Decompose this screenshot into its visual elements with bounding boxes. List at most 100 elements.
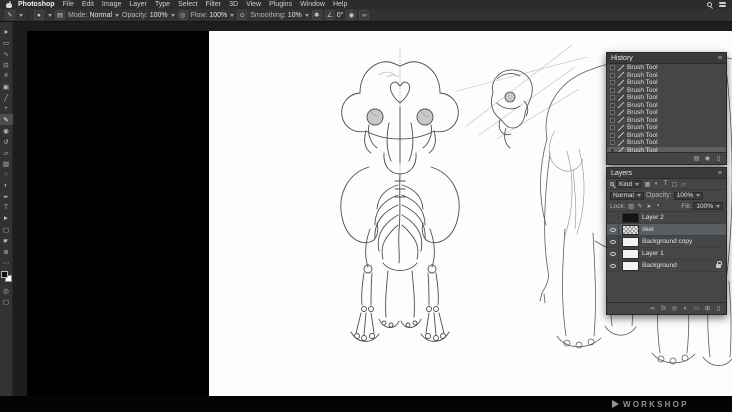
layer-thumbnail[interactable]	[622, 224, 639, 235]
brush-tool[interactable]: ✎	[0, 114, 13, 125]
lock-transparent-pixels-icon[interactable]: ▨	[628, 202, 635, 210]
history-state[interactable]: Brush Tool	[607, 139, 726, 147]
tool-preset-icon[interactable]: ✎	[5, 10, 15, 20]
tablet-pressure-opacity-icon[interactable]: ◎	[177, 10, 188, 20]
new-document-from-state-icon[interactable]: ▤	[693, 155, 700, 163]
opacity-control[interactable]: Opacity: 100%	[122, 12, 175, 19]
menu-edit[interactable]: Edit	[78, 0, 98, 9]
history-state[interactable]: Brush Tool	[607, 72, 726, 80]
object-selection-tool[interactable]: ⊡	[0, 59, 13, 70]
layer-name[interactable]: Layer 1	[642, 250, 664, 257]
history-state[interactable]: Brush Tool	[607, 109, 726, 117]
lock-position-icon[interactable]: ➤	[646, 202, 653, 210]
lock-all-icon[interactable]: ▪	[655, 202, 662, 210]
visibility-toggle[interactable]	[607, 236, 619, 247]
history-source-checkbox[interactable]	[610, 65, 615, 71]
smoothing-options-icon[interactable]: ✱	[311, 10, 322, 20]
control-center-icon[interactable]	[719, 2, 726, 8]
history-source-checkbox[interactable]	[610, 95, 615, 101]
visibility-toggle[interactable]	[607, 248, 619, 259]
eraser-tool[interactable]: ▱	[0, 147, 13, 158]
clone-stamp-tool[interactable]: ◉	[0, 125, 13, 136]
filter-adjustment-layers-icon[interactable]: ◐	[653, 180, 660, 188]
menu-select[interactable]: Select	[174, 0, 201, 9]
paint-symmetry-icon[interactable]: ∞	[359, 10, 370, 20]
layer-blend-mode-dropdown[interactable]: Normal	[610, 191, 644, 200]
new-snapshot-icon[interactable]: ◉	[704, 155, 711, 163]
menu-window[interactable]: Window	[296, 0, 329, 9]
add-layer-mask-icon[interactable]: ◎	[671, 305, 678, 313]
history-source-checkbox[interactable]	[610, 125, 615, 131]
layer-effects-icon[interactable]: fx	[660, 305, 667, 313]
visibility-toggle[interactable]	[607, 224, 619, 235]
history-panel-header[interactable]: History ≡	[607, 53, 726, 64]
history-state[interactable]: Brush Tool	[607, 79, 726, 87]
eyedropper-tool[interactable]: ╱	[0, 92, 13, 103]
filter-type-layers-icon[interactable]: T	[662, 180, 669, 188]
color-swatches[interactable]	[0, 271, 12, 282]
layer-name[interactable]: skel	[642, 226, 654, 233]
history-source-checkbox[interactable]	[610, 140, 615, 146]
brush-tip-picker-icon[interactable]: ●	[34, 10, 44, 20]
shape-tool[interactable]: ▢	[0, 224, 13, 235]
menu-help[interactable]: Help	[329, 0, 351, 9]
healing-brush-tool[interactable]: +	[0, 103, 13, 114]
apple-menu-icon[interactable]	[6, 1, 12, 8]
frame-tool[interactable]: ▣	[0, 81, 13, 92]
lock-image-pixels-icon[interactable]: ✎	[637, 202, 644, 210]
menu-3d[interactable]: 3D	[225, 0, 242, 9]
layer-row-background-copy[interactable]: Background copy	[607, 236, 726, 248]
menu-plugins[interactable]: Plugins	[265, 0, 296, 9]
filter-kind-dropdown[interactable]: Kind	[616, 180, 643, 188]
layer-row-layer-2[interactable]: Layer 2	[607, 212, 726, 224]
hand-tool[interactable]: ☛	[0, 235, 13, 246]
delete-layer-icon[interactable]: ▯	[715, 305, 722, 313]
flow-control[interactable]: Flow: 100%	[191, 12, 235, 19]
smoothing-value[interactable]: 10%	[288, 12, 302, 19]
tablet-pressure-size-icon[interactable]: ◉	[346, 10, 357, 20]
layers-panel-header[interactable]: Layers ≡	[607, 168, 726, 179]
new-group-icon[interactable]: ▭	[693, 305, 700, 313]
menu-filter[interactable]: Filter	[202, 0, 226, 9]
visibility-toggle[interactable]	[607, 260, 619, 271]
brush-panel-toggle-icon[interactable]: ▤	[55, 10, 65, 20]
history-source-checkbox[interactable]	[610, 102, 615, 108]
adjustment-layer-icon[interactable]: ◐	[682, 305, 689, 313]
history-source-checkbox[interactable]	[610, 117, 615, 123]
type-tool[interactable]: T	[0, 202, 13, 213]
dodge-tool[interactable]: ◐	[0, 180, 13, 191]
layer-row-layer-1[interactable]: Layer 1	[607, 248, 726, 260]
airbrush-icon[interactable]: ⊙	[237, 10, 248, 20]
delete-state-icon[interactable]: ▯	[715, 155, 722, 163]
link-layers-icon[interactable]: ∞	[649, 305, 656, 313]
panel-menu-icon[interactable]: ≡	[718, 170, 722, 177]
history-source-checkbox[interactable]	[610, 72, 615, 78]
layer-name[interactable]: Background	[642, 262, 677, 269]
history-state[interactable]: Brush Tool	[607, 94, 726, 102]
spotlight-search-icon[interactable]	[707, 2, 712, 7]
history-state[interactable]: Brush Tool	[607, 124, 726, 132]
pen-tool[interactable]: ✒	[0, 191, 13, 202]
menu-view[interactable]: View	[242, 0, 265, 9]
blur-tool[interactable]: ○	[0, 169, 13, 180]
app-menu[interactable]: Photoshop	[14, 0, 59, 9]
history-source-checkbox[interactable]	[610, 132, 615, 138]
filter-smart-objects-icon[interactable]: ▱	[680, 180, 687, 188]
history-state[interactable]: Brush Tool	[607, 132, 726, 140]
brush-angle-control[interactable]: ∠ 0°	[324, 10, 344, 20]
move-tool[interactable]: ➤	[0, 26, 13, 37]
layer-thumbnail[interactable]	[622, 248, 639, 259]
layer-thumbnail[interactable]	[622, 212, 639, 223]
visibility-toggle[interactable]	[607, 212, 619, 223]
mode-value[interactable]: Normal	[89, 12, 112, 19]
history-brush-tool[interactable]: ↺	[0, 136, 13, 147]
screen-mode-button[interactable]: ▢	[0, 296, 13, 307]
crop-tool[interactable]: #	[0, 70, 13, 81]
brush-angle-value[interactable]: 0°	[337, 12, 344, 19]
new-layer-icon[interactable]: ⊞	[704, 305, 711, 313]
smoothing-control[interactable]: Smoothing: 10%	[250, 12, 309, 19]
history-source-checkbox[interactable]	[610, 80, 615, 86]
menu-file[interactable]: File	[59, 0, 78, 9]
menu-layer[interactable]: Layer	[125, 0, 151, 9]
layer-name[interactable]: Background copy	[642, 238, 692, 245]
